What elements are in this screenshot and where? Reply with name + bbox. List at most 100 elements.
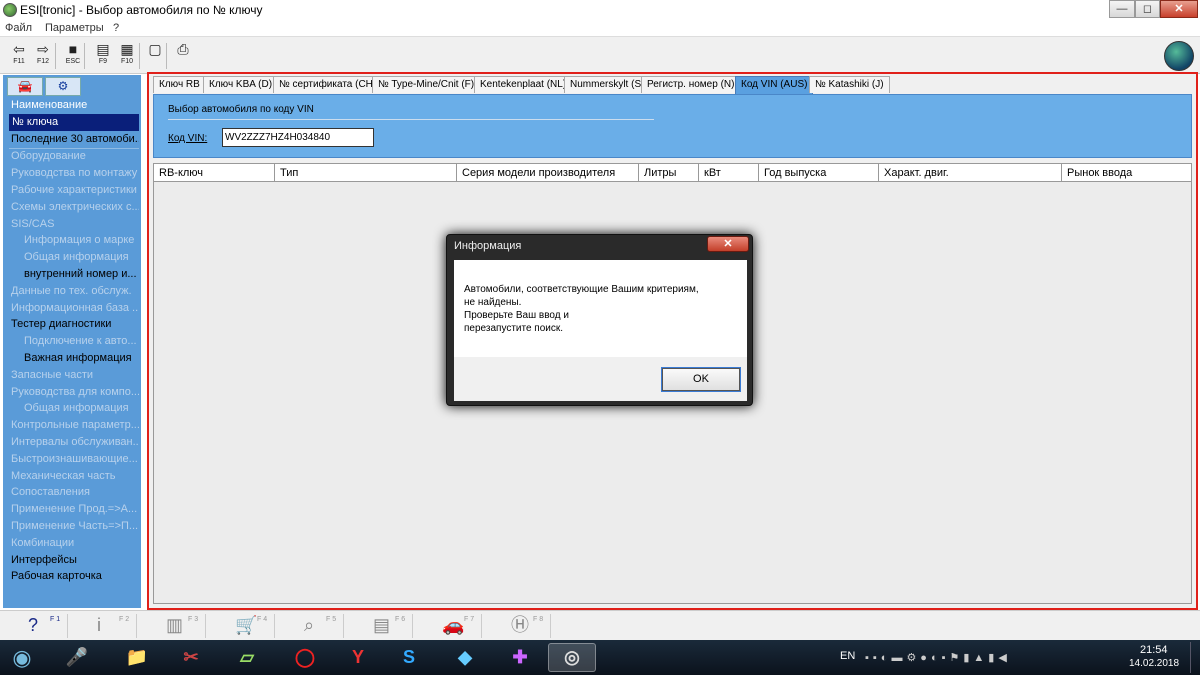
sidebar-item[interactable]: Информация о марке (24, 232, 139, 249)
close-button[interactable]: ✕ (1160, 0, 1198, 18)
car-fkey-button[interactable]: 🚗 F 7 (420, 614, 482, 638)
sidebar-item[interactable]: Контрольные параметр... (11, 417, 139, 434)
sidebar-item[interactable]: Сопоставления (11, 484, 139, 501)
esc-stop-button[interactable]: ■ ESC (60, 41, 86, 71)
tray-icons[interactable]: ▪▪◐▬⚙●◐▪⚑▮▲▮◀ (865, 651, 1011, 664)
sidebar-item[interactable]: Интерфейсы (11, 552, 139, 569)
sidebar-item[interactable]: Оборудование (11, 148, 139, 165)
document-list-fkey-button[interactable]: ▥ F 3 (144, 614, 206, 638)
help-fkey-button[interactable]: ? F 1 (6, 614, 68, 638)
column-header[interactable]: Характ. двиг. (879, 164, 1062, 182)
show-desktop-button[interactable] (1190, 642, 1198, 673)
app-blue-icon: ◆ (458, 647, 472, 667)
cart-fkey-button[interactable]: 🛒 F 4 (213, 614, 275, 638)
tab[interactable]: Ключ KBA (D) (203, 76, 279, 93)
engine-tab-icon[interactable]: ⚙ (45, 77, 81, 96)
tab[interactable]: Ключ RB (153, 76, 206, 93)
sidebar-item[interactable]: № ключа (9, 113, 139, 131)
vin-input[interactable] (222, 128, 374, 147)
column-header[interactable]: Серия модели производителя (457, 164, 639, 182)
tab[interactable]: Nummerskylt (S) (564, 76, 651, 93)
sidebar-item[interactable]: Применение Прод.=>А... (11, 501, 139, 518)
sidebar-item[interactable]: Комбинации (11, 535, 139, 552)
tab[interactable]: № Type-Mine/Cnit (F) (372, 76, 481, 93)
back-arrow-button[interactable]: ⇦ F11 (6, 41, 32, 71)
globe-logo-icon[interactable] (1164, 41, 1194, 71)
car-tab-icon[interactable]: 🚘 (7, 77, 43, 96)
taskbar-snipping-button[interactable]: ✂ (171, 643, 211, 672)
sidebar-item[interactable]: Механическая часть (11, 468, 139, 485)
sidebar-item[interactable]: Руководства по монтажу (11, 165, 139, 182)
sidebar-item[interactable]: Информационная база ... (11, 300, 139, 317)
print-button[interactable]: ⎙ (170, 41, 196, 71)
sidebar-item[interactable]: Схемы электрических с... (11, 199, 139, 216)
taskbar-folder-button[interactable]: 📁 (117, 643, 157, 672)
grid-button[interactable]: ▦ F10 (114, 41, 140, 71)
sidebar-item[interactable]: Интервалы обслуживан... (11, 434, 139, 451)
list-icon: ▤ (96, 41, 110, 57)
sidebar-item[interactable]: Рабочие характеристики (11, 182, 139, 199)
info-fkey-button[interactable]: i F 2 (75, 614, 137, 638)
ok-button[interactable]: OK (661, 367, 741, 392)
app-purple-icon: ✚ (512, 647, 528, 667)
voice-assistant-icon: 🎤 (65, 647, 89, 667)
sidebar-item[interactable]: Подключение к авто... (24, 333, 139, 350)
column-header[interactable]: Год выпуска (759, 164, 879, 182)
sidebar-item[interactable]: SIS/CAS (11, 216, 139, 233)
function-key-bar: ? F 1 i F 2 ▥ F 3 🛒 F 4 ⌕ F 5 ▤ F 6 🚗 F 7 Ⓗ F 8 (0, 610, 1200, 640)
sidebar-item[interactable]: Тестер диагностики (11, 316, 139, 333)
column-header[interactable]: Рынок ввода (1062, 164, 1192, 182)
sidebar-item[interactable]: внутренний номер и... (24, 266, 139, 283)
menu-help[interactable]: ? (113, 22, 119, 34)
column-header[interactable]: RB-ключ (154, 164, 275, 182)
sidebar-item[interactable]: Применение Часть=>П... (11, 518, 139, 535)
clock-date[interactable]: 14.02.2018 (1129, 658, 1179, 669)
column-header[interactable]: Литры (639, 164, 699, 182)
sidebar-item[interactable]: Важная информация (24, 350, 139, 367)
grid-icon: ▦ (120, 41, 134, 57)
clock-time[interactable]: 21:54 (1140, 644, 1168, 656)
dialog-close-button[interactable]: ✕ (707, 236, 749, 252)
taskbar-notes-button[interactable]: ▱ (227, 643, 267, 672)
sidebar-item[interactable]: Последние 30 автомоби... (11, 131, 139, 148)
language-indicator[interactable]: EN (840, 650, 855, 662)
sidebar-item[interactable]: Руководства для компо... (11, 384, 139, 401)
tab[interactable]: № Katashiki (J) (809, 76, 890, 93)
fkey-number: F 4 (257, 616, 268, 623)
menu-params[interactable]: Параметры (45, 22, 104, 34)
menu-file[interactable]: Файл (5, 22, 32, 34)
restore-button[interactable]: ◻ (1135, 0, 1160, 18)
forward-arrow-button[interactable]: ⇨ F12 (30, 41, 56, 71)
taskbar-voice-assistant-button[interactable]: 🎤 (57, 643, 97, 672)
vin-label: Код VIN: (168, 133, 208, 144)
document-button[interactable]: ▢ (142, 41, 168, 71)
taskbar-opera-button[interactable]: ◯ (285, 643, 325, 672)
sidebar-item[interactable]: Быстроизнашивающие... (11, 451, 139, 468)
toolbar-separator (139, 43, 140, 69)
taskbar-skype-button[interactable]: S (389, 643, 429, 672)
calculator-fkey-button[interactable]: ▤ F 6 (351, 614, 413, 638)
sidebar-item[interactable]: Общая информация (24, 249, 139, 266)
tab[interactable]: Регистр. номер (N) (641, 76, 741, 93)
taskbar-yandex-button[interactable]: Y (338, 643, 378, 672)
taskbar-app-blue-button[interactable]: ◆ (445, 643, 485, 672)
taskbar-esitronic-disc-button[interactable]: ◎ (548, 643, 596, 672)
h-circle-icon: Ⓗ (511, 615, 529, 635)
minimize-button[interactable]: — (1109, 0, 1135, 18)
sidebar-item[interactable]: Рабочая карточка (11, 568, 139, 585)
zoom-fkey-button[interactable]: ⌕ F 5 (282, 614, 344, 638)
list-button[interactable]: ▤ F9 (90, 41, 116, 71)
tab[interactable]: Kentekenplaat (NL) (474, 76, 573, 93)
taskbar-app-purple-button[interactable]: ✚ (500, 643, 540, 672)
sidebar-item[interactable]: Запасные части (11, 367, 139, 384)
sidebar-item[interactable]: Данные по тех. обслуж. (11, 283, 139, 300)
start-button[interactable]: ◉ (4, 643, 40, 672)
sidebar-item[interactable]: Наименование (11, 97, 139, 114)
column-header[interactable]: кВт (699, 164, 759, 182)
tab[interactable]: Код VIN (AUS) (735, 76, 814, 94)
esitronic-disc-icon: ◎ (564, 647, 580, 667)
sidebar-item[interactable]: Общая информация (24, 400, 139, 417)
column-header[interactable]: Тип (275, 164, 457, 182)
tab[interactable]: № сертификата (CH) (273, 76, 383, 93)
h-circle-fkey-button[interactable]: Ⓗ F 8 (489, 614, 551, 638)
